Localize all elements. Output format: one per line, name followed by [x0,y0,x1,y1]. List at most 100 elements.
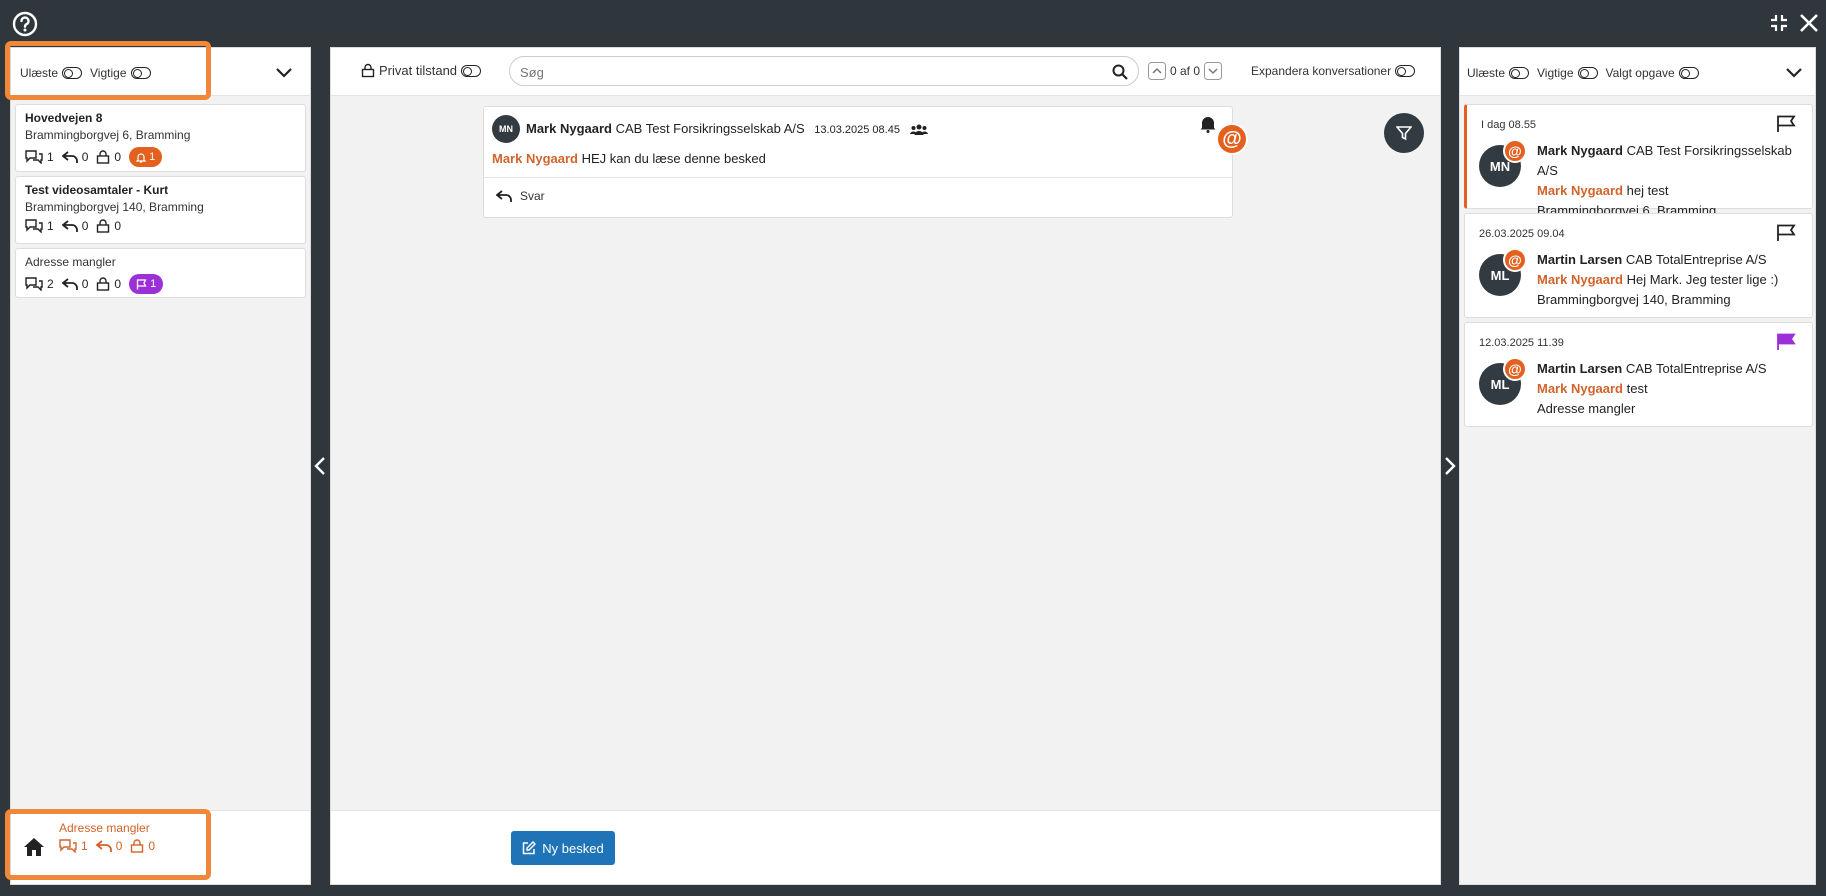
close-icon[interactable] [1798,12,1820,34]
at-icon: @ [1503,357,1527,381]
collapse-left-icon[interactable] [314,456,326,476]
search-input[interactable] [520,62,1100,82]
lock-icon [361,63,375,78]
notification-item[interactable]: 26.03.2025 09.04 ML @ Martin Larsen CAB … [1464,213,1813,318]
message-text: HEJ kan du læse denne besked [581,151,766,166]
collapse-right-icon[interactable] [1444,456,1456,476]
toggle-label-unread: Ulæste [1467,66,1506,80]
minimize-icon[interactable] [1768,12,1790,34]
search-result-counter: 0 af 0 [1170,64,1201,78]
chevron-down-icon[interactable] [1204,62,1223,80]
notification-date: I dag 08.55 [1481,119,1537,131]
highlight-box-filters [5,41,211,100]
flag-badge: 1 [129,274,164,294]
notification-date: 26.03.2025 09.04 [1479,228,1565,240]
flag-icon [136,278,147,289]
bell-icon [136,152,147,163]
message-timestamp: 13.03.2025 08.45 [814,124,900,136]
flag-icon[interactable] [1776,224,1796,242]
thread-item[interactable]: Adresse mangler 2 0 0 1 [15,248,306,298]
notification-author: Mark Nygaard [1537,143,1623,158]
threads-panel: Ulæste Vigtige Hovedvejen 8 Brammingborg… [10,47,311,885]
notification-text: Hej Mark. Jeg tester lige :) [1626,272,1779,287]
toggle-label-selected-task: Valgt opgave [1605,66,1675,80]
expand-conversations: Expandera konversationer [1251,64,1423,78]
notification-text: hej test [1626,183,1669,198]
chevron-down-icon[interactable] [1784,62,1804,82]
notification-item[interactable]: I dag 08.55 MN @ Mark Nygaard CAB Test F… [1464,104,1813,218]
filter-button[interactable] [1384,113,1424,153]
toggle-label-important: Vigtige [1537,66,1574,80]
bell-icon[interactable] [1199,115,1217,133]
flag-icon[interactable] [1776,333,1796,351]
comment-count: 1 [25,150,54,164]
thread-counts: 1 0 0 [25,219,296,233]
filter-icon [1396,126,1412,141]
comment-icon [25,277,43,291]
thread-address: Adresse mangler [25,255,116,269]
notification-mention: Mark Nygaard [1537,272,1623,287]
at-icon: @ [1503,139,1527,163]
reply-count: 0 [61,219,88,233]
message-divider [484,177,1232,178]
notification-text: test [1626,381,1648,396]
flag-icon[interactable] [1776,115,1796,133]
message-body: Mark Nygaard HEJ kan du læse denne beske… [492,151,766,166]
reply-count: 0 [61,150,88,164]
thread-counts: 1 0 0 1 [25,147,296,167]
notification-company: CAB TotalEntreprise A/S [1625,361,1767,376]
notification-content: Mark Nygaard CAB Test Forsikringsselskab… [1537,141,1812,221]
expand-conversations-toggle[interactable] [1395,65,1416,77]
chevron-up-icon[interactable] [1148,62,1166,80]
comment-icon [25,219,43,233]
notification-mention: Mark Nygaard [1537,381,1623,396]
reply-button[interactable]: Svar [496,189,545,203]
reply-icon [61,151,78,163]
avatar: MN [492,115,520,143]
selected-task-toggle[interactable] [1678,67,1699,79]
notification-address: Adresse mangler [1537,401,1636,416]
message-company: CAB Test Forsikringsselskab A/S [615,121,805,136]
thread-title: Hovedvejen 8 [25,111,103,125]
help-icon[interactable] [12,11,38,37]
notification-item[interactable]: 12.03.2025 11.39 ML @ Martin Larsen CAB … [1464,322,1813,427]
chevron-down-icon[interactable] [274,62,294,82]
notification-company: CAB TotalEntreprise A/S [1625,252,1767,267]
search-result-nav: 0 af 0 [1148,62,1223,80]
comment-count: 1 [25,219,54,233]
thread-address: Brammingborgvej 6, Bramming [25,128,191,142]
notifications-panel-header: Ulæste Vigtige Valgt opgave [1460,48,1815,96]
edit-icon [523,841,537,855]
comment-icon [25,150,43,164]
private-mode-toggle[interactable] [461,64,482,77]
conversation-toolbar: Privat tilstand 0 af 0 Expandera konvers… [331,48,1440,96]
new-message-button[interactable]: Ny besked [511,831,615,865]
notification-content: Martin Larsen CAB TotalEntreprise A/S Ma… [1537,250,1778,310]
reply-button-label: Svar [520,189,545,203]
window-topbar [0,0,1826,48]
important-toggle[interactable] [1577,67,1598,79]
lock-icon [97,277,110,291]
lock-count: 0 [96,219,121,233]
reply-count: 0 [61,277,88,291]
notification-content: Martin Larsen CAB TotalEntreprise A/S Ma… [1537,359,1767,419]
thread-counts: 2 0 0 1 [25,274,296,294]
expand-conversations-label: Expandera konversationer [1251,64,1392,78]
notification-mention: Mark Nygaard [1537,183,1623,198]
thread-item[interactable]: Hovedvejen 8 Brammingborgvej 6, Bramming… [15,104,306,172]
conversation-panel: Privat tilstand 0 af 0 Expandera konvers… [330,47,1441,885]
message-card: MN Mark Nygaard CAB Test Forsikringssels… [483,106,1248,218]
reply-icon [496,190,512,202]
search-icon[interactable] [1112,64,1128,80]
thread-item[interactable]: Test videosamtaler - Kurt Brammingborgve… [15,176,306,244]
lock-icon [97,150,110,164]
highlight-box-current-task [5,809,211,880]
message-mention[interactable]: Mark Nygaard [492,151,578,166]
conversation-footer: Ny besked [331,810,1440,884]
at-icon: @ [1216,123,1248,155]
notification-author: Martin Larsen [1537,361,1623,376]
thread-title: Test videosamtaler - Kurt [25,183,169,197]
new-message-label: Ny besked [542,840,604,856]
private-mode-label: Privat tilstand [379,63,458,78]
unread-toggle[interactable] [1509,67,1530,79]
